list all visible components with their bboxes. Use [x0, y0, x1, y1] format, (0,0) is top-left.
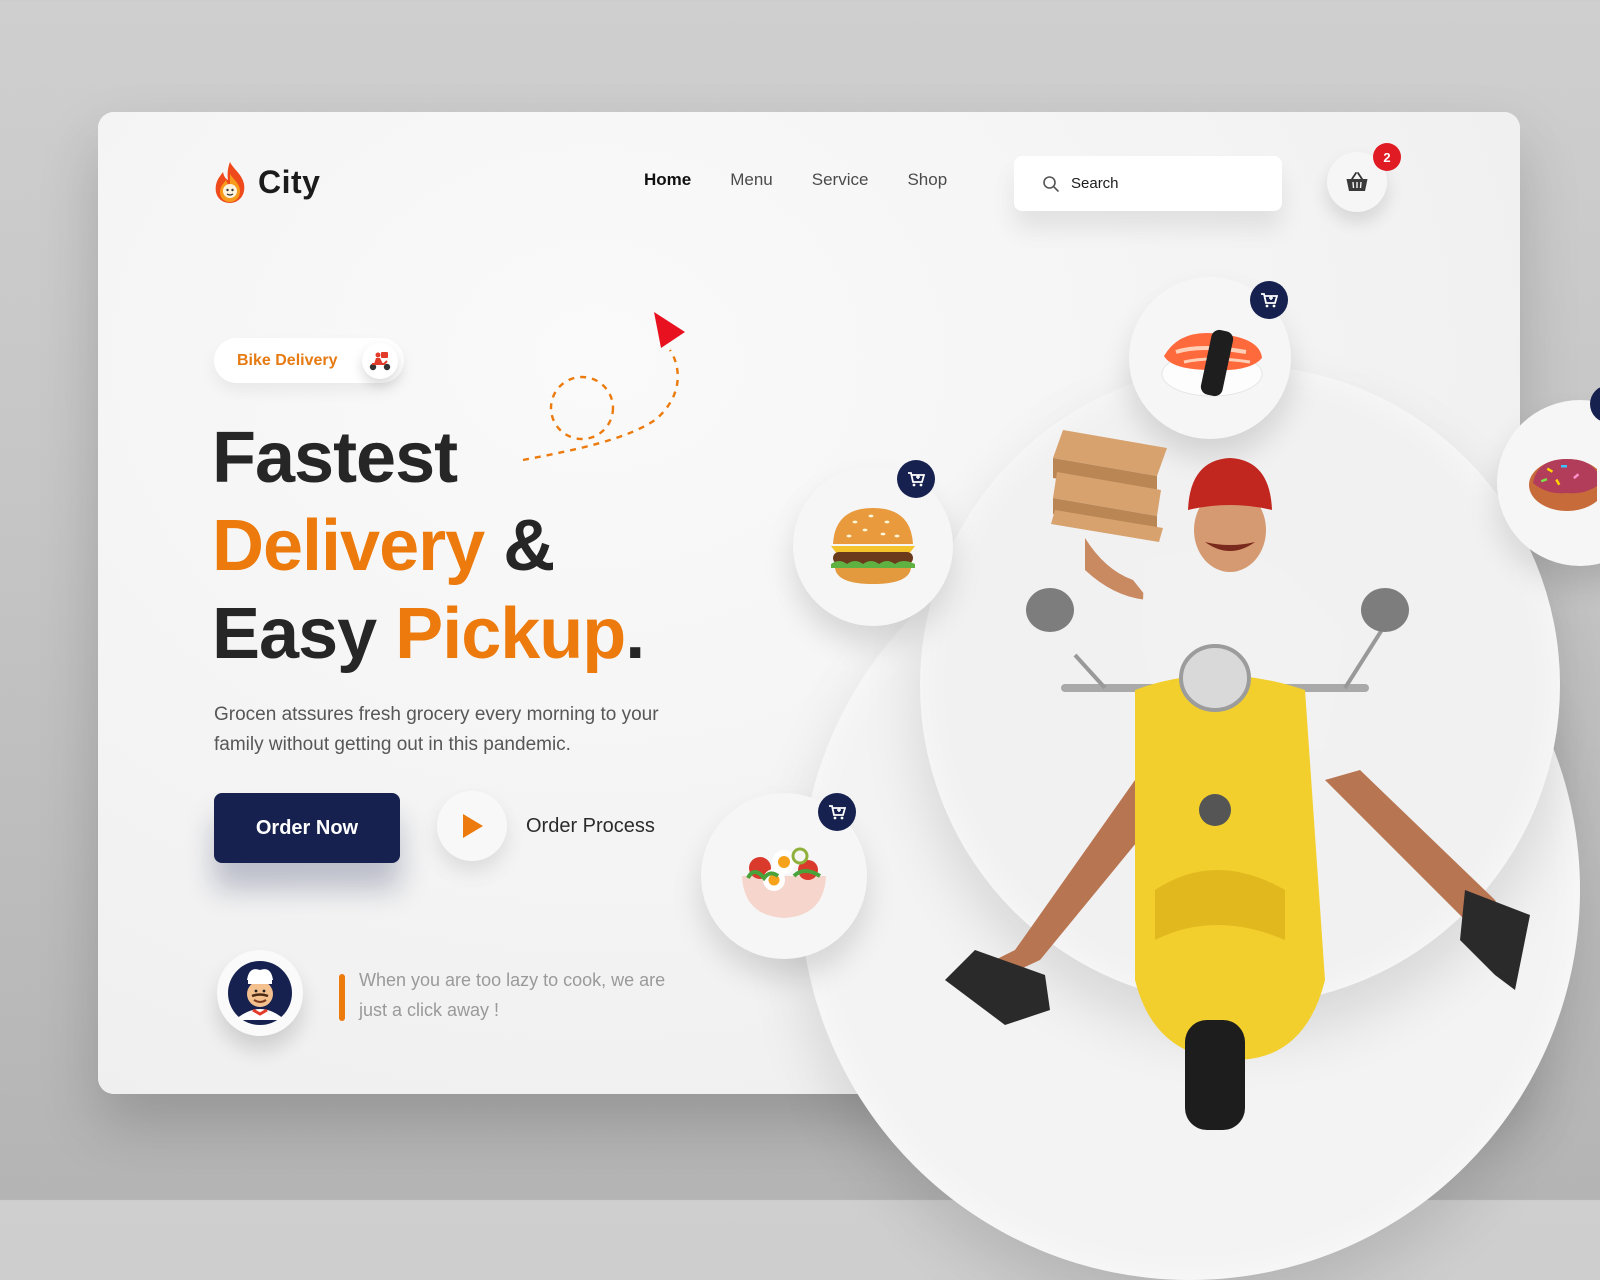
play-icon [463, 814, 483, 838]
hero-headline: Fastest Delivery & Easy Pickup. [212, 414, 645, 678]
main-nav: Home Menu Service Shop [644, 170, 947, 190]
search-icon [1043, 175, 1059, 192]
flame-logo-icon [215, 162, 245, 203]
nav-item-shop[interactable]: Shop [907, 170, 947, 190]
cart-count-badge: 2 [1373, 143, 1401, 171]
order-process-link[interactable]: Order Process [526, 815, 655, 838]
play-button[interactable] [437, 791, 507, 861]
headline-word-pickup: Pickup [395, 594, 626, 674]
nav-item-menu[interactable]: Menu [730, 170, 773, 190]
scooter-icon [362, 343, 398, 379]
nav-item-service[interactable]: Service [812, 170, 869, 190]
headline-ampersand: & [503, 506, 555, 586]
basket-icon [1346, 172, 1368, 191]
pizza-boxes [1051, 430, 1167, 542]
salad-icon [742, 847, 826, 918]
scooter-delivery-illustration [945, 430, 1530, 1130]
order-now-button[interactable]: Order Now [214, 793, 400, 863]
quote-text: When you are too lazy to cook, we are ju… [359, 970, 666, 1020]
hero-subtitle: Grocen atssures fresh grocery every morn… [214, 704, 659, 755]
chef-icon [228, 961, 292, 1025]
quote-accent-bar [339, 974, 345, 1021]
search-box [1014, 156, 1282, 211]
brand-name: City [258, 163, 321, 200]
delivery-tag-label: Bike Delivery [237, 351, 338, 369]
location-arrow-icon [654, 312, 685, 348]
brand-logo[interactable]: City [212, 160, 320, 204]
headline-period: . [625, 594, 645, 674]
headline-word-easy: Easy [212, 594, 377, 674]
headline-word-fastest: Fastest [212, 418, 458, 498]
nav-item-home[interactable]: Home [644, 170, 691, 190]
search-input[interactable] [1069, 174, 1263, 193]
salad-add-to-cart-button[interactable] [818, 793, 856, 831]
add-to-cart-icon [829, 805, 846, 820]
delivery-tag: Bike Delivery [214, 338, 404, 383]
sushi-icon [1161, 329, 1263, 397]
add-to-cart-icon [1261, 293, 1278, 308]
chef-avatar [217, 950, 303, 1036]
headline-word-delivery: Delivery [212, 506, 485, 586]
sushi-add-to-cart-button[interactable] [1250, 281, 1288, 319]
